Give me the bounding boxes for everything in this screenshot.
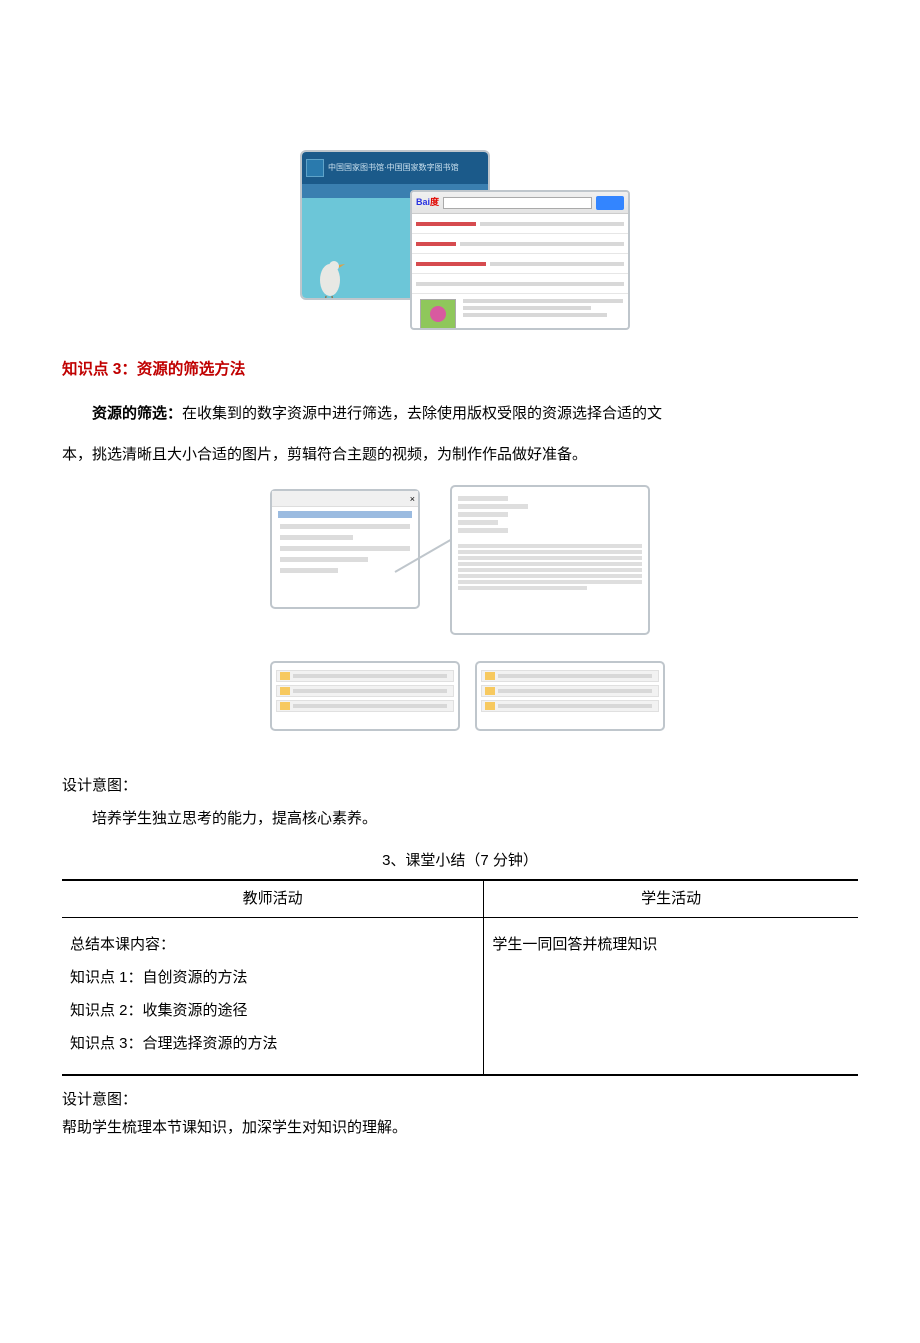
result-with-thumb	[412, 294, 628, 330]
activity-table: 教师活动 学生活动 总结本课内容： 知识点 1：自创资源的方法 知识点 2：收集…	[62, 879, 858, 1076]
folder-icon	[485, 702, 495, 710]
result-text-lines	[463, 296, 623, 320]
design-intent-2-block: 设计意图： 帮助学生梳理本节课知识，加深学生对知识的理解。	[62, 1086, 858, 1143]
folder-icon	[485, 687, 495, 695]
search-results-window: Bai度	[410, 190, 630, 330]
filter-paragraph-line1: 资源的筛选：在收集到的数字资源中进行筛选，去除使用版权受限的资源选择合适的文	[62, 397, 858, 430]
teacher-kp2: 知识点 2：收集资源的途径	[70, 994, 475, 1027]
student-activity-cell: 学生一同回答并梳理知识	[484, 917, 858, 1075]
result-row	[412, 274, 628, 294]
folder-row	[276, 670, 454, 682]
figure-file-filter: ×	[62, 481, 858, 749]
library-header-text: 中国国家图书馆·中国国家数字图书馆	[328, 162, 459, 175]
teacher-summary-line: 总结本课内容：	[70, 928, 475, 961]
properties-window	[450, 485, 650, 635]
table-header-teacher: 教师活动	[62, 880, 484, 918]
figure2-container: ×	[250, 481, 670, 741]
folder-panel-left	[270, 661, 460, 731]
bird-illustration-icon	[312, 258, 352, 300]
folder-panel-right	[475, 661, 665, 731]
result-row	[412, 234, 628, 254]
filter-text-1: 在收集到的数字资源中进行筛选，去除使用版权受限的资源选择合适的文	[182, 405, 662, 422]
close-icon: ×	[410, 492, 415, 506]
search-button-placeholder	[596, 196, 624, 210]
context-menu-window: ×	[270, 489, 420, 609]
folder-icon	[280, 672, 290, 680]
design-intent-label-2: 设计意图：	[62, 1086, 858, 1115]
result-row	[412, 214, 628, 234]
folder-icon	[485, 672, 495, 680]
design-intent-text-2: 帮助学生梳理本节课知识，加深学生对知识的理解。	[62, 1114, 858, 1143]
folder-row	[276, 685, 454, 697]
figure-library-search: 中国国家图书馆·中国国家数字图书馆 Bai度	[62, 130, 858, 338]
folder-row	[481, 685, 659, 697]
filter-bold-label: 资源的筛选：	[92, 405, 182, 422]
library-logo-icon	[306, 159, 324, 177]
folder-icon	[280, 702, 290, 710]
teacher-kp3: 知识点 3：合理选择资源的方法	[70, 1027, 475, 1060]
search-result-rows	[412, 214, 628, 330]
design-intent-label-1: 设计意图：	[62, 769, 858, 802]
figure1-container: 中国国家图书馆·中国国家数字图书馆 Bai度	[290, 130, 630, 330]
table-header-student: 学生活动	[484, 880, 858, 918]
search-bar: Bai度	[412, 192, 628, 214]
folder-row	[481, 700, 659, 712]
result-thumbnail-icon	[420, 299, 456, 329]
baidu-logo-icon: Bai度	[416, 195, 439, 209]
menu-highlight	[278, 511, 412, 518]
teacher-activity-cell: 总结本课内容： 知识点 1：自创资源的方法 知识点 2：收集资源的途径 知识点 …	[62, 917, 484, 1075]
folder-icon	[280, 687, 290, 695]
class-summary-title: 3、课堂小结（7 分钟）	[62, 849, 858, 873]
context-menu-title: ×	[272, 491, 418, 507]
result-row	[412, 254, 628, 274]
teacher-kp1: 知识点 1：自创资源的方法	[70, 961, 475, 994]
knowledge-point-3-heading: 知识点 3：资源的筛选方法	[62, 358, 858, 383]
filter-paragraph-line2: 本，挑选清晰且大小合适的图片，剪辑符合主题的视频，为制作作品做好准备。	[62, 438, 858, 471]
folder-row	[481, 670, 659, 682]
design-intent-text-1: 培养学生独立思考的能力，提高核心素养。	[62, 802, 858, 835]
search-input-placeholder	[443, 197, 592, 209]
folder-row	[276, 700, 454, 712]
library-window-header: 中国国家图书馆·中国国家数字图书馆	[302, 152, 488, 184]
